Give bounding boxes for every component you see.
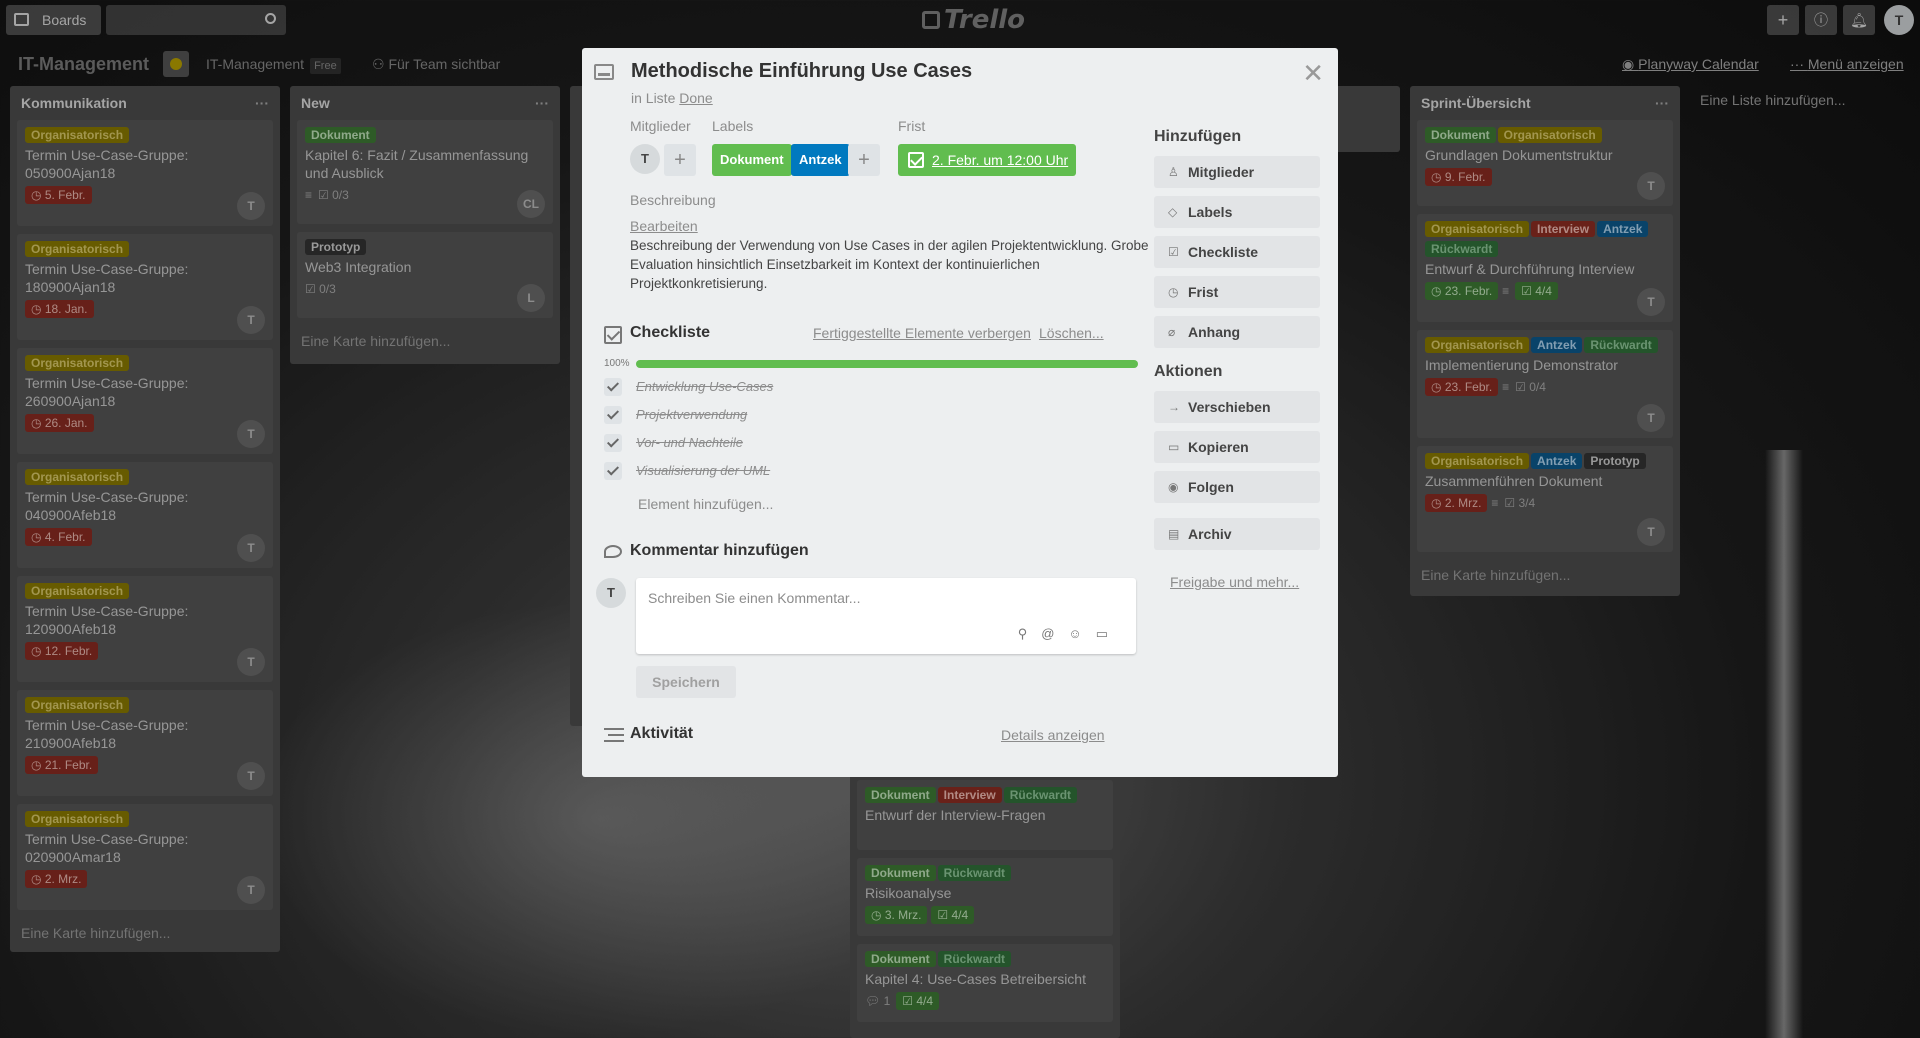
due-date-text: 2. Febr. um 12:00 Uhr: [932, 152, 1069, 168]
list-link[interactable]: Done: [679, 90, 712, 106]
button-label: Checkliste: [1188, 244, 1259, 260]
activity-icon: [604, 728, 624, 742]
checklist-icon: [604, 326, 622, 344]
add-members-button[interactable]: ♙ Mitglieder: [1154, 156, 1320, 188]
checklist-item-text[interactable]: Projektverwendung: [636, 407, 747, 422]
archive-button[interactable]: ▤ Archiv: [1154, 518, 1320, 550]
comment-input[interactable]: Schreiben Sie einen Kommentar... ⚲@☺▭: [636, 578, 1136, 654]
checklist-item[interactable]: Entwicklung Use-Cases: [604, 376, 1104, 400]
checklist-item[interactable]: Visualisierung der UML: [604, 460, 1104, 484]
due-date-button[interactable]: 2. Febr. um 12:00 Uhr: [898, 144, 1077, 176]
checklist-progress-bar: [636, 360, 1138, 368]
button-label: Frist: [1188, 284, 1219, 300]
person-icon: ♙: [1168, 165, 1179, 179]
archive-icon: ▤: [1168, 527, 1180, 541]
button-label: Anhang: [1188, 324, 1241, 340]
card-detail-modal: Methodische Einführung Use Cases in List…: [582, 48, 1338, 777]
labels-label: Labels: [712, 118, 754, 134]
checklist-item[interactable]: Projektverwendung: [604, 404, 1104, 428]
hide-completed-link[interactable]: Fertiggestellte Elemente verbergen: [813, 325, 1031, 341]
actions-section-title: Aktionen: [1154, 363, 1223, 380]
add-checklist-button[interactable]: ☑ Checkliste: [1154, 236, 1320, 268]
add-section-title: Hinzufügen: [1154, 128, 1242, 145]
add-label-button[interactable]: +: [848, 144, 880, 176]
comment-title: Kommentar hinzufügen: [630, 542, 809, 559]
card-link-icon[interactable]: ▭: [1096, 626, 1122, 641]
tag-icon: ◇: [1168, 205, 1178, 219]
button-label: Kopieren: [1188, 439, 1249, 455]
card-title[interactable]: Methodische Einführung Use Cases: [631, 60, 972, 83]
mention-icon[interactable]: @: [1041, 626, 1068, 641]
button-label: Mitglieder: [1188, 164, 1255, 180]
card-icon: [594, 64, 614, 80]
eye-icon: ◉: [1168, 480, 1179, 494]
commenter-avatar: T: [596, 578, 626, 608]
follow-button[interactable]: ◉ Folgen: [1154, 471, 1320, 503]
emoji-icon[interactable]: ☺: [1068, 626, 1095, 641]
move-button[interactable]: → Verschieben: [1154, 391, 1320, 423]
edit-description-link[interactable]: Bearbeiten: [630, 218, 698, 234]
add-member-button[interactable]: +: [664, 144, 696, 176]
show-details-link[interactable]: Details anzeigen: [1001, 727, 1105, 743]
description-label: Beschreibung: [630, 192, 716, 208]
checklist-progress-percent: 100%: [604, 358, 630, 369]
add-due-button[interactable]: ◷ Frist: [1154, 276, 1320, 308]
checklist-item-text[interactable]: Vor- und Nachteile: [636, 435, 743, 450]
comment-placeholder: Schreiben Sie einen Kommentar...: [648, 590, 861, 606]
attachment-icon[interactable]: ⚲: [1018, 626, 1042, 641]
share-more-link[interactable]: Freigabe und mehr...: [1170, 574, 1299, 590]
checklist-item[interactable]: Vor- und Nachteile: [604, 432, 1104, 456]
copy-button[interactable]: ▭ Kopieren: [1154, 431, 1320, 463]
button-label: Archiv: [1188, 526, 1232, 542]
progress-fill: [636, 360, 1138, 368]
paperclip-icon: ⌀: [1168, 325, 1176, 339]
due-label: Frist: [898, 118, 926, 134]
member-avatar[interactable]: T: [630, 144, 660, 174]
card-list-info: in Liste Done: [631, 90, 713, 106]
button-label: Folgen: [1188, 479, 1234, 495]
checkbox-checked[interactable]: [604, 434, 622, 452]
arrow-right-icon: →: [1168, 400, 1180, 414]
button-label: Verschieben: [1188, 399, 1271, 415]
in-list-prefix: in Liste: [631, 90, 676, 106]
members-label: Mitglieder: [630, 118, 691, 134]
save-comment-button[interactable]: Speichern: [636, 666, 736, 698]
add-labels-button[interactable]: ◇ Labels: [1154, 196, 1320, 228]
checkbox-checked[interactable]: [604, 378, 622, 396]
clock-icon: ◷: [1168, 285, 1179, 299]
activity-title: Aktivität: [630, 725, 694, 742]
checklist-title[interactable]: Checkliste: [630, 324, 710, 342]
add-attachment-button[interactable]: ⌀ Anhang: [1154, 316, 1320, 348]
close-icon[interactable]: ✕: [1302, 58, 1324, 89]
due-complete-checkbox[interactable]: [908, 152, 924, 168]
checklist-item-text[interactable]: Visualisierung der UML: [636, 463, 770, 478]
checklist-item-text[interactable]: Entwicklung Use-Cases: [636, 379, 773, 394]
copy-icon: ▭: [1168, 440, 1180, 454]
label-dokument[interactable]: Dokument: [712, 144, 792, 176]
label-antzek[interactable]: Antzek: [791, 144, 850, 176]
checkbox-checked[interactable]: [604, 406, 622, 424]
add-checklist-item[interactable]: Element hinzufügen...: [638, 496, 773, 512]
button-label: Labels: [1188, 204, 1233, 220]
comment-icon: [604, 545, 622, 558]
checkbox-checked[interactable]: [604, 462, 622, 480]
comment-toolbar[interactable]: ⚲@☺▭: [1018, 626, 1122, 642]
description-text[interactable]: Beschreibung der Verwendung von Use Case…: [630, 236, 1150, 293]
delete-checklist-link[interactable]: Löschen...: [1039, 325, 1104, 341]
checklist-icon: ☑: [1168, 245, 1179, 259]
